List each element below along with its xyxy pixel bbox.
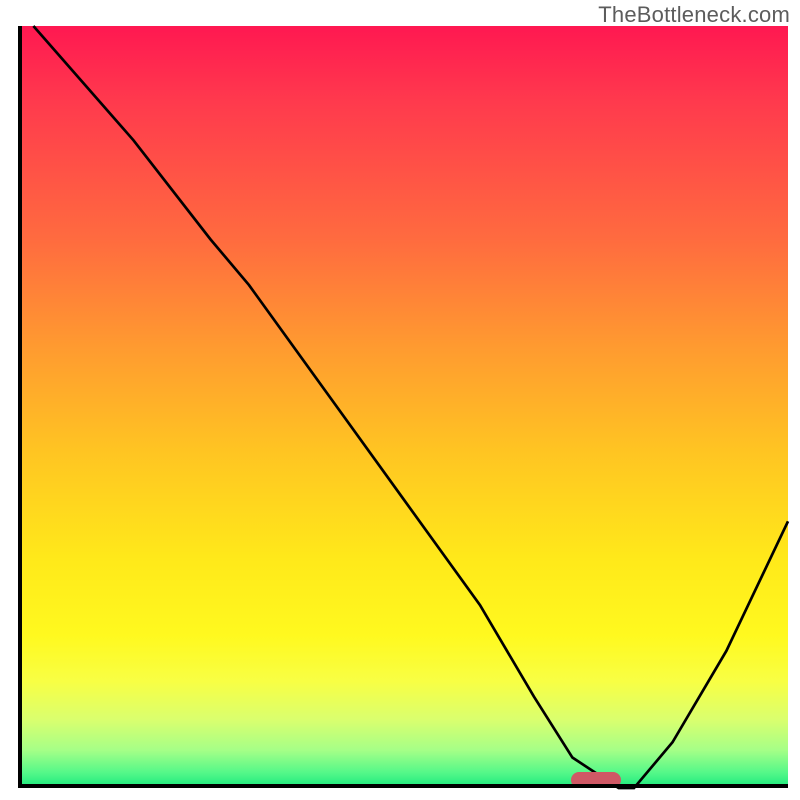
bottleneck-curve bbox=[33, 26, 788, 788]
chart-container: TheBottleneck.com bbox=[0, 0, 800, 800]
curve-layer bbox=[18, 26, 788, 788]
optimal-marker bbox=[571, 772, 621, 788]
watermark-text: TheBottleneck.com bbox=[598, 2, 790, 28]
plot-area bbox=[18, 26, 788, 788]
